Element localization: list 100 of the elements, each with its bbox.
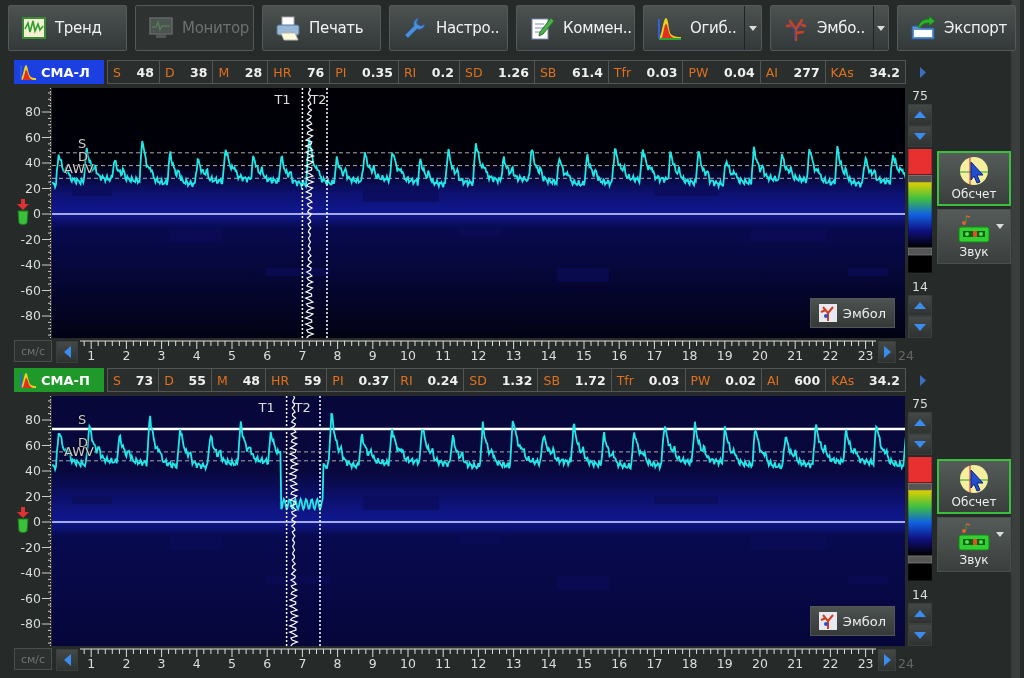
axis-label: -60 <box>20 590 41 607</box>
parameter-label: SB <box>539 64 557 80</box>
cursor-label: T1 <box>274 93 291 107</box>
parameter-value: 0.24 <box>427 372 459 388</box>
scroll-up-button[interactable] <box>908 104 932 126</box>
parameter-value: 1.72 <box>574 372 606 388</box>
axis-label: 12 <box>469 656 488 672</box>
parameter-label: SD <box>469 372 487 388</box>
cursor-line[interactable] <box>285 396 288 646</box>
cursor-line[interactable] <box>301 88 304 338</box>
scale-value: 14 <box>912 278 928 295</box>
axis-label: 3 <box>156 656 167 672</box>
scroll-down-button[interactable] <box>908 316 932 338</box>
side-button[interactable]: Звук <box>937 517 1011 572</box>
axis-label: 10 <box>399 656 417 672</box>
scroll-up-button[interactable] <box>908 412 932 434</box>
axis-label: 7 <box>297 348 308 364</box>
side-button[interactable]: Звук <box>937 209 1011 264</box>
scroll-up-button[interactable] <box>908 602 932 625</box>
axis-label: 13 <box>504 656 523 672</box>
parameter-value: 0.37 <box>358 372 390 388</box>
embol-button[interactable]: Эмбол <box>809 298 895 328</box>
arrow-icon <box>914 111 926 119</box>
parameter-value: 76 <box>306 64 325 80</box>
axis-label: 3 <box>156 348 167 364</box>
parameter-value: 0.2 <box>431 64 454 80</box>
level-line[interactable] <box>52 451 905 453</box>
arrow-icon <box>63 654 71 666</box>
scroll-up-button[interactable] <box>908 294 932 317</box>
cursor-label: T2 <box>310 93 327 107</box>
parameter-value: 59 <box>303 372 322 388</box>
parameter-label: KAs <box>830 64 854 80</box>
scroll-left-button[interactable] <box>56 649 78 671</box>
cursor-line[interactable] <box>326 88 328 338</box>
axis-label: 19 <box>715 656 734 672</box>
axis-label: 4 <box>191 656 202 672</box>
parameter-value: 1.32 <box>501 372 533 388</box>
side-button[interactable]: Обсчет <box>937 459 1011 514</box>
toolbar-button[interactable]: Печать <box>262 5 381 51</box>
vessels-icon <box>818 304 837 322</box>
toolbar-button[interactable]: Экспорт <box>897 5 1016 51</box>
parameter-value: 0.03 <box>648 372 680 388</box>
toolbar-button[interactable]: Тренд <box>8 5 127 51</box>
caret-icon <box>996 224 1004 229</box>
axis-label: -40 <box>20 257 41 273</box>
channel-tab[interactable]: СМА-Л <box>14 60 104 84</box>
toolbar-button[interactable]: Коммен.. <box>516 5 635 51</box>
level-line[interactable] <box>52 165 905 167</box>
folder-arrow-icon <box>910 15 936 41</box>
printer-icon <box>275 15 301 41</box>
level-line[interactable] <box>52 152 905 154</box>
arrow-icon <box>920 374 926 386</box>
arrow-icon <box>914 610 926 618</box>
parameter-value: 600 <box>794 372 821 388</box>
toolbar-button[interactable]: Огиб.. <box>643 5 762 51</box>
scroll-left-button[interactable] <box>56 341 78 363</box>
level-line[interactable] <box>52 177 905 179</box>
axis-label: 80 <box>25 412 41 428</box>
parameter-value: 73 <box>135 372 154 388</box>
level-line[interactable] <box>52 460 905 462</box>
parameter-value: 38 <box>190 64 208 80</box>
parameter-label: KAs <box>831 372 855 388</box>
toolbar-button[interactable]: Эмбо.. <box>770 5 889 51</box>
axis-label: 24 <box>898 656 914 672</box>
parameter-label: D <box>164 64 175 80</box>
arrow-icon <box>914 132 926 140</box>
channel-tab[interactable]: СМА-П <box>14 368 104 392</box>
spectrum-icon <box>656 15 682 41</box>
axis-label: 1 <box>86 656 97 672</box>
cursor-line[interactable] <box>319 396 321 646</box>
parameter-label: D <box>164 372 174 388</box>
chart-icon <box>21 15 47 41</box>
embol-button[interactable]: Эмбол <box>809 606 895 636</box>
scroll-right-button[interactable] <box>878 341 896 363</box>
scroll-right-button[interactable] <box>878 649 896 671</box>
axis-label: 21 <box>786 656 805 672</box>
axis-label: 23 <box>856 656 875 672</box>
axis-label: 17 <box>645 348 664 364</box>
parameter-label: HR <box>271 372 290 388</box>
axis-label: 22 <box>821 656 840 672</box>
scroll-down-button[interactable] <box>908 433 932 456</box>
side-button[interactable]: Обсчет <box>937 151 1011 206</box>
axis-label: 14 <box>539 656 558 672</box>
axis-label: 9 <box>367 348 378 364</box>
scroll-down-button[interactable] <box>908 125 932 148</box>
parameter-label: PW <box>690 372 711 388</box>
parameter-label: S <box>113 64 121 80</box>
level-label: S <box>78 412 87 427</box>
spectrum-icon <box>20 64 36 80</box>
toolbar-button[interactable]: Настро.. <box>389 5 508 51</box>
scroll-down-button[interactable] <box>908 624 932 646</box>
parameter-label: RI <box>400 372 413 388</box>
axis-label: 9 <box>367 656 378 672</box>
parameter-label: PW <box>688 64 709 80</box>
parameter-label: PI <box>332 372 344 388</box>
axis-label: 4 <box>191 348 202 364</box>
axis-label: 5 <box>227 656 237 672</box>
vessels-icon <box>818 612 837 630</box>
axis-label: 16 <box>610 348 629 364</box>
spectrum-icon <box>20 372 36 388</box>
